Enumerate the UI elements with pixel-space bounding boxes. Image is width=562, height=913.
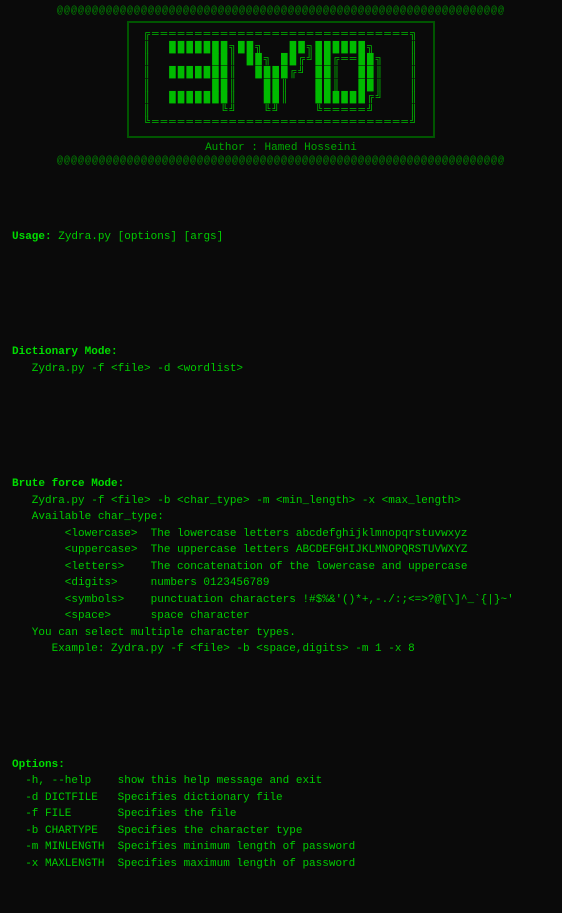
brute-mode-title: Brute force Mode: bbox=[12, 478, 124, 490]
content-area: Usage: Zydra.py [options] [args] Diction… bbox=[0, 175, 562, 913]
brute-mode-section: Brute force Mode: Zydra.py -f <file> -b … bbox=[12, 460, 550, 675]
brute-mode-command: Zydra.py -f <file> -b <char_type> -m <mi… bbox=[12, 495, 461, 507]
dict-mode-command: Zydra.py -f <file> -d <wordlist> bbox=[12, 363, 243, 375]
dots-top: @@@@@@@@@@@@@@@@@@@@@@@@@@@@@@@@@@@@@@@@… bbox=[0, 6, 562, 17]
author-line: Author : Hamed Hosseini bbox=[0, 142, 562, 154]
usage-label: Usage: bbox=[12, 231, 52, 243]
avail-title: Available char_type: bbox=[12, 511, 164, 523]
options-title: Options: bbox=[12, 759, 65, 771]
dots-bottom: @@@@@@@@@@@@@@@@@@@@@@@@@@@@@@@@@@@@@@@@… bbox=[0, 156, 562, 167]
options-section: Options: -h, --help show this help messa… bbox=[12, 740, 550, 889]
dict-mode-section: Dictionary Mode: Zydra.py -f <file> -d <… bbox=[12, 328, 550, 394]
multi-note: You can select multiple character types. bbox=[12, 627, 296, 639]
logo-ascii: ╔══════════════════════════════╗ ║ █████… bbox=[127, 21, 434, 138]
dict-mode-title: Dictionary Mode: bbox=[12, 346, 118, 358]
header-section: @@@@@@@@@@@@@@@@@@@@@@@@@@@@@@@@@@@@@@@@… bbox=[0, 0, 562, 175]
logo-container: ╔══════════════════════════════╗ ║ █████… bbox=[0, 21, 562, 138]
usage-section: Usage: Zydra.py [options] [args] bbox=[12, 212, 550, 262]
example: Example: Zydra.py -f <file> -b <space,di… bbox=[12, 643, 415, 655]
usage-command: Zydra.py [options] [args] bbox=[58, 231, 223, 243]
